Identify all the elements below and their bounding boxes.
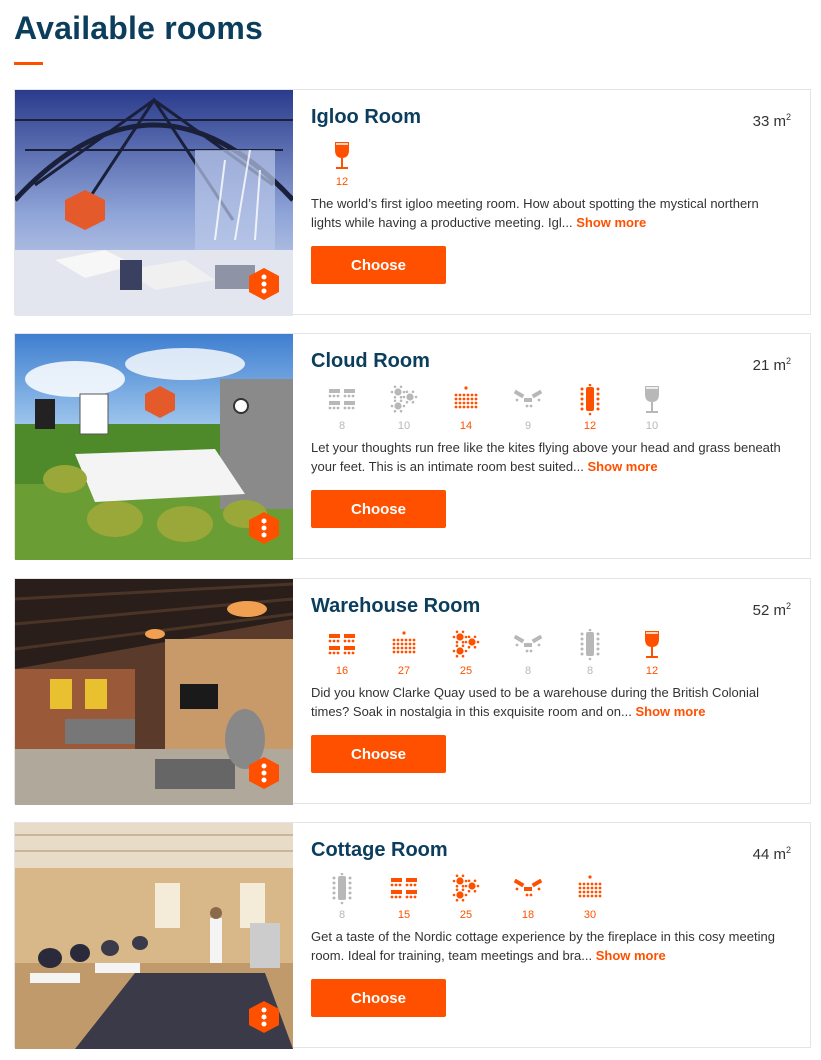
classroom-icon — [390, 878, 417, 899]
classroom-icon — [328, 634, 355, 655]
layout-option: 8 — [559, 629, 621, 677]
layout-option: 8 — [311, 873, 373, 921]
room-card-cottage: Cottage Room 44 m2 8 15 25 18 30 Get a taste… — [14, 822, 811, 1049]
layout-option: 14 — [435, 384, 497, 432]
layout-list: 8 10 14 9 12 10 — [311, 384, 683, 432]
layout-capacity: 30 — [583, 909, 597, 921]
layout-option: 12 — [311, 140, 373, 188]
layout-capacity: 25 — [459, 665, 473, 677]
layout-capacity: 8 — [338, 909, 346, 921]
room-card-cloud: Cloud Room 21 m2 8 10 14 9 12 10 Let your tho… — [14, 333, 811, 560]
layout-option: 10 — [621, 384, 683, 432]
layout-capacity: 12 — [645, 665, 659, 677]
room-description: The world’s first igloo meeting room. Ho… — [311, 196, 759, 230]
layout-option: 12 — [559, 384, 621, 432]
layout-capacity: 9 — [524, 420, 532, 432]
layout-option: 25 — [435, 629, 497, 677]
title-underline — [14, 62, 43, 65]
reception-icon — [335, 142, 349, 169]
layout-capacity: 8 — [338, 420, 346, 432]
layout-option: 18 — [497, 873, 559, 921]
room-size: 52 m2 — [752, 601, 791, 619]
layout-capacity: 10 — [645, 420, 659, 432]
show-more-link[interactable]: Show more — [635, 704, 705, 719]
room-size: 21 m2 — [752, 356, 791, 374]
more-options-icon[interactable] — [248, 1000, 280, 1034]
layout-capacity: 8 — [586, 665, 594, 677]
theatre-icon — [392, 631, 416, 654]
room-size: 44 m2 — [752, 845, 791, 863]
room-photo[interactable] — [15, 334, 293, 560]
classroom-icon — [328, 389, 355, 410]
room-name: Igloo Room — [311, 106, 421, 128]
choose-button[interactable]: Choose — [311, 246, 446, 284]
more-options-icon[interactable] — [248, 267, 280, 301]
layout-capacity: 14 — [459, 420, 473, 432]
room-card-igloo: Igloo Room 33 m2 12 The world’s first ig… — [14, 89, 811, 316]
layout-capacity: 16 — [335, 665, 349, 677]
room-name: Warehouse Room — [311, 595, 481, 617]
page-title: Available rooms — [14, 10, 264, 46]
room-name: Cloud Room — [311, 350, 430, 372]
cabaret-icon — [452, 874, 480, 902]
room-photo[interactable] — [15, 823, 293, 1049]
theatre-icon — [578, 875, 602, 898]
layout-option: 27 — [373, 629, 435, 677]
cabaret-icon — [390, 385, 418, 413]
layout-option: 15 — [373, 873, 435, 921]
more-options-icon[interactable] — [248, 511, 280, 545]
layout-option: 16 — [311, 629, 373, 677]
show-more-link[interactable]: Show more — [576, 215, 646, 230]
boardroom-icon — [580, 384, 600, 416]
layout-option: 9 — [497, 384, 559, 432]
layout-option: 12 — [621, 629, 683, 677]
boardroom-icon — [580, 629, 600, 661]
choose-button[interactable]: Choose — [311, 735, 446, 773]
layout-option: 8 — [497, 629, 559, 677]
layout-list: 16 27 25 8 8 12 — [311, 629, 683, 677]
layout-capacity: 25 — [459, 909, 473, 921]
show-more-link[interactable]: Show more — [596, 948, 666, 963]
room-photo[interactable] — [15, 579, 293, 805]
more-options-icon[interactable] — [248, 756, 280, 790]
boardroom-icon — [332, 873, 352, 905]
theatre-icon — [454, 386, 478, 409]
layout-option: 25 — [435, 873, 497, 921]
choose-button[interactable]: Choose — [311, 979, 446, 1017]
layout-capacity: 18 — [521, 909, 535, 921]
layout-capacity: 12 — [335, 176, 349, 188]
ushape-icon — [514, 634, 542, 653]
layout-option: 30 — [559, 873, 621, 921]
room-description: Get a taste of the Nordic cottage experi… — [311, 929, 775, 963]
room-card-warehouse: Warehouse Room 52 m2 16 27 25 8 8 12 Did you … — [14, 578, 811, 805]
ushape-icon — [514, 878, 542, 897]
layout-capacity: 10 — [397, 420, 411, 432]
layout-option: 10 — [373, 384, 435, 432]
layout-option: 8 — [311, 384, 373, 432]
layout-capacity: 15 — [397, 909, 411, 921]
ushape-icon — [514, 389, 542, 408]
show-more-link[interactable]: Show more — [588, 459, 658, 474]
room-name: Cottage Room — [311, 839, 448, 861]
reception-icon — [645, 631, 659, 658]
layout-capacity: 8 — [524, 665, 532, 677]
room-size: 33 m2 — [752, 112, 791, 130]
reception-icon — [645, 386, 659, 413]
room-photo[interactable] — [15, 90, 293, 316]
layout-list: 8 15 25 18 30 — [311, 873, 621, 921]
layout-capacity: 27 — [397, 665, 411, 677]
room-description: Let your thoughts run free like the kite… — [311, 440, 781, 474]
layout-capacity: 12 — [583, 420, 597, 432]
layout-list: 12 — [311, 140, 373, 188]
choose-button[interactable]: Choose — [311, 490, 446, 528]
cabaret-icon — [452, 630, 480, 658]
room-description: Did you know Clarke Quay used to be a wa… — [311, 685, 760, 719]
